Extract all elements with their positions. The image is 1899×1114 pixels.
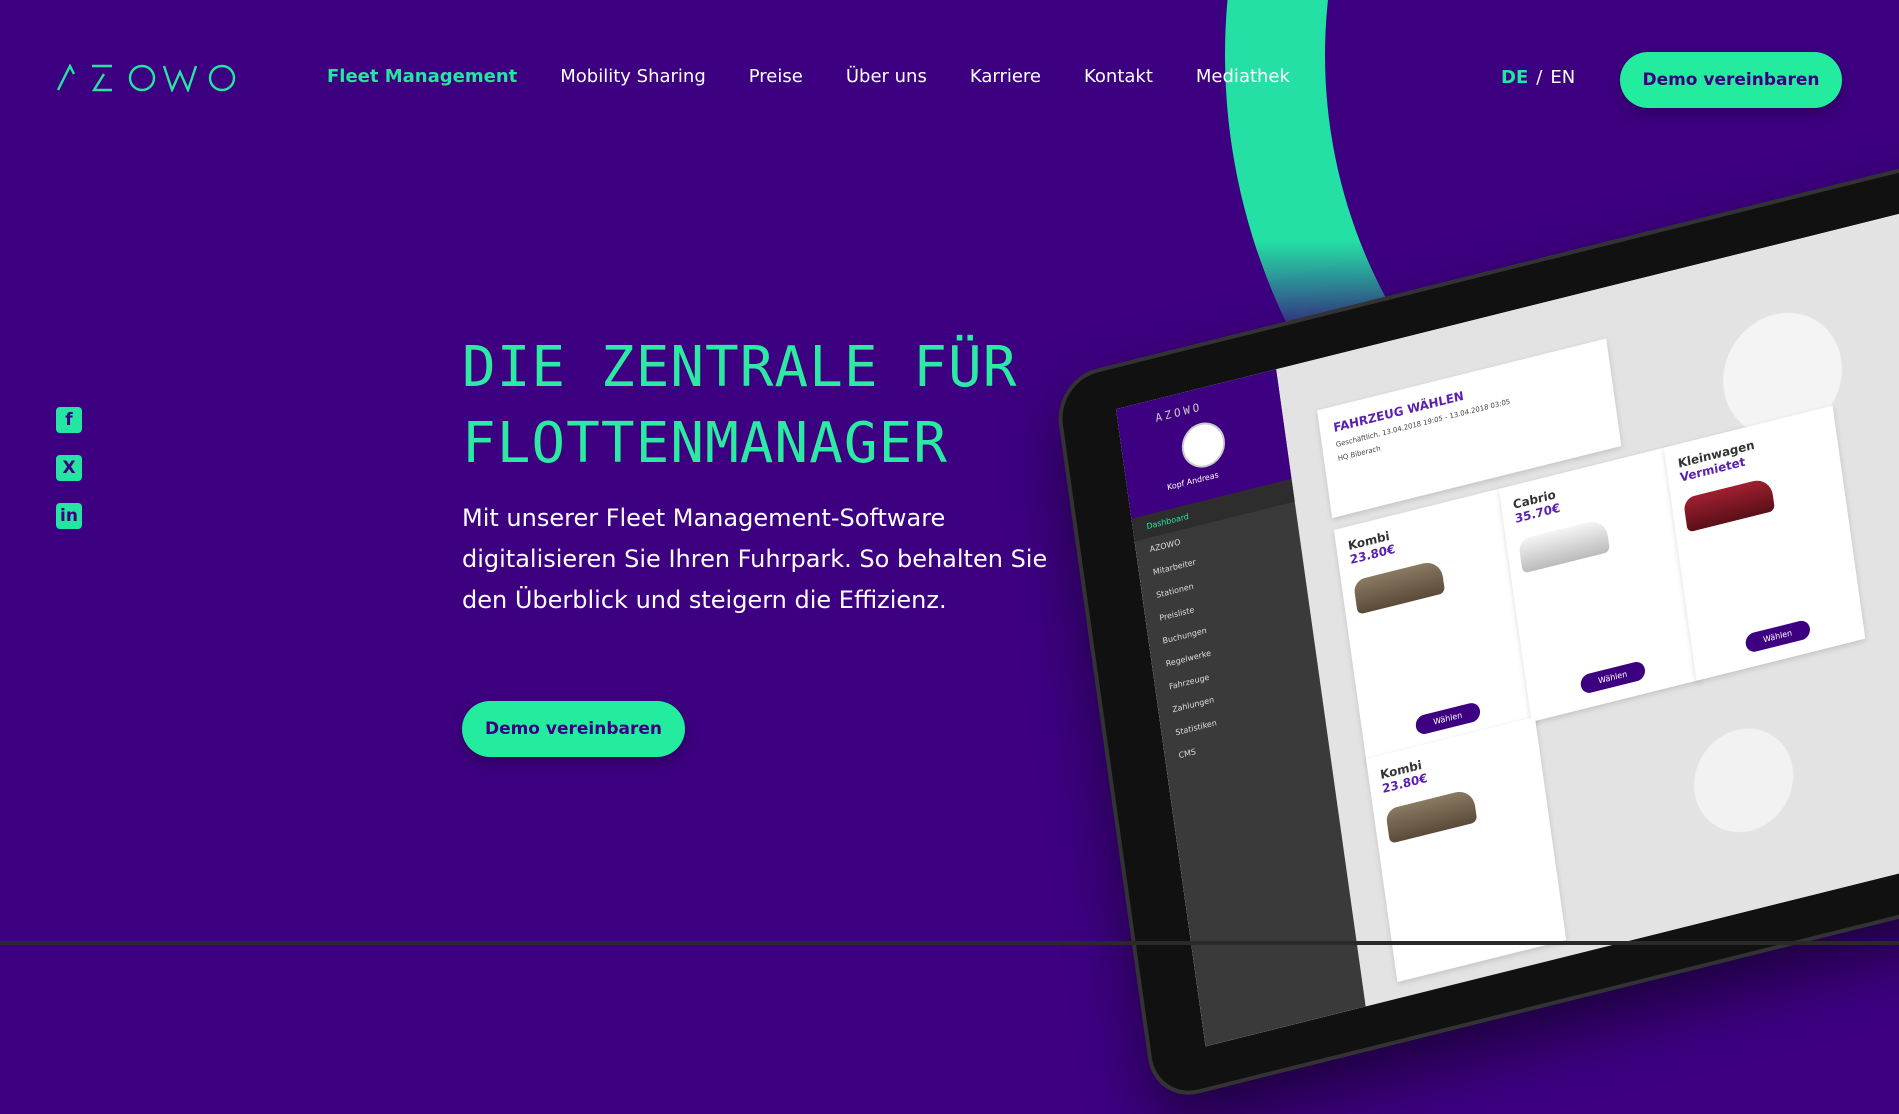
select-vehicle-button[interactable]: Wählen: [1414, 701, 1481, 736]
headline-line-2: FLOTTENMANAGER: [462, 411, 949, 476]
azowo-logo[interactable]: [56, 64, 238, 92]
linkedin-icon[interactable]: in: [56, 503, 82, 529]
tablet-frame: AZOWO Kopf Andreas Dashboard AZOWO Mitar…: [1052, 123, 1899, 1105]
car-image: [1385, 788, 1478, 844]
social-links: f X in: [56, 407, 82, 529]
facebook-icon[interactable]: f: [56, 407, 82, 433]
car-image: [1518, 517, 1611, 574]
nav-kontakt[interactable]: Kontakt: [1084, 66, 1153, 87]
hero-headline: DIE ZENTRALE FÜR FLOTTENMANAGER: [462, 330, 1082, 482]
nav-mobility-sharing[interactable]: Mobility Sharing: [560, 66, 706, 87]
select-vehicle-button[interactable]: Wählen: [1744, 618, 1811, 654]
nav-fleet-management[interactable]: Fleet Management: [327, 66, 517, 87]
hero-subline: Mit unserer Fleet Management-Software di…: [462, 504, 1048, 614]
avatar: [1178, 417, 1228, 473]
tablet-screen: AZOWO Kopf Andreas Dashboard AZOWO Mitar…: [1116, 178, 1899, 1047]
app-logo: AZOWO: [1154, 400, 1204, 425]
nav-karriere[interactable]: Karriere: [970, 66, 1041, 87]
tablet-mockup: AZOWO Kopf Andreas Dashboard AZOWO Mitar…: [990, 0, 1899, 1105]
select-vehicle-button[interactable]: Wählen: [1579, 660, 1646, 695]
xing-icon[interactable]: X: [56, 455, 82, 481]
bottom-strip: [0, 941, 1899, 945]
nav-preise[interactable]: Preise: [749, 66, 803, 87]
user-name: Kopf Andreas: [1166, 470, 1220, 493]
main-nav: Fleet Management Mobility Sharing Preise…: [327, 66, 1333, 87]
nav-ueber-uns[interactable]: Über uns: [846, 66, 927, 87]
lang-de[interactable]: DE: [1501, 67, 1528, 88]
headline-line-1: DIE ZENTRALE FÜR: [462, 335, 1018, 400]
nav-mediathek[interactable]: Mediathek: [1196, 66, 1290, 87]
car-image: [1353, 559, 1446, 615]
vehicle-card[interactable]: Kleinwagen Vermietet Wählen: [1663, 405, 1866, 681]
demo-button-hero[interactable]: Demo vereinbaren: [462, 701, 685, 757]
car-image: [1682, 476, 1776, 533]
